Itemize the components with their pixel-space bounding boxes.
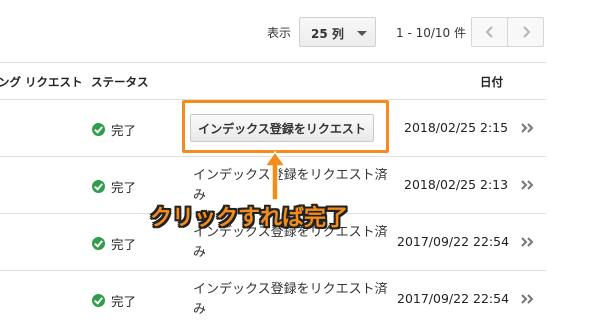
rows-per-page-value: 25 列 bbox=[311, 27, 344, 41]
request-done-text: インデックス登録をリクエスト済み bbox=[193, 282, 388, 317]
column-header-request: ング リクエスト bbox=[0, 75, 83, 89]
double-chevron-right-icon[interactable] bbox=[520, 293, 536, 305]
row-date: 2018/02/25 2:13 bbox=[404, 177, 509, 192]
next-page-button[interactable] bbox=[507, 17, 544, 47]
status-cell: 完了 bbox=[92, 177, 136, 196]
callout-text: クリックすれば完了 bbox=[150, 206, 349, 231]
row-date: 2017/09/22 22:54 bbox=[397, 291, 510, 306]
check-circle-icon bbox=[92, 180, 105, 193]
up-arrow-icon bbox=[263, 150, 287, 201]
status-text: 完了 bbox=[111, 123, 137, 138]
table-header: ング リクエスト ステータス 日付 bbox=[0, 63, 546, 100]
double-chevron-right-icon[interactable] bbox=[520, 122, 536, 134]
display-label: 表示 bbox=[267, 26, 292, 40]
page-range-text: 1 - 10/10 件 bbox=[396, 26, 466, 40]
previous-page-button[interactable] bbox=[471, 17, 508, 47]
highlight-box bbox=[182, 100, 389, 153]
double-chevron-right-icon[interactable] bbox=[520, 179, 536, 191]
chevron-right-icon bbox=[523, 26, 531, 38]
check-circle-icon bbox=[92, 123, 105, 136]
status-text: 完了 bbox=[111, 294, 137, 309]
rows-per-page-select[interactable]: 25 列 bbox=[299, 17, 376, 47]
pagination-toolbar: 表示 25 列 1 - 10/10 件 bbox=[0, 0, 600, 62]
table-row: 完了 インデックス登録をリクエスト済み 2017/09/22 22:54 bbox=[0, 271, 600, 328]
status-cell: 完了 bbox=[92, 291, 136, 310]
check-circle-icon bbox=[92, 294, 105, 307]
column-header-date: 日付 bbox=[480, 75, 503, 89]
check-circle-icon bbox=[92, 237, 105, 250]
column-header-status: ステータス bbox=[91, 75, 149, 89]
row-date: 2018/02/25 2:15 bbox=[404, 120, 509, 135]
chevron-left-icon bbox=[485, 26, 493, 38]
double-chevron-right-icon[interactable] bbox=[520, 236, 536, 248]
row-date: 2017/09/22 22:54 bbox=[397, 234, 510, 249]
status-cell: 完了 bbox=[92, 234, 136, 253]
dropdown-caret-icon bbox=[357, 31, 367, 36]
status-text: 完了 bbox=[111, 237, 137, 252]
status-text: 完了 bbox=[111, 180, 137, 195]
status-cell: 完了 bbox=[92, 120, 136, 139]
